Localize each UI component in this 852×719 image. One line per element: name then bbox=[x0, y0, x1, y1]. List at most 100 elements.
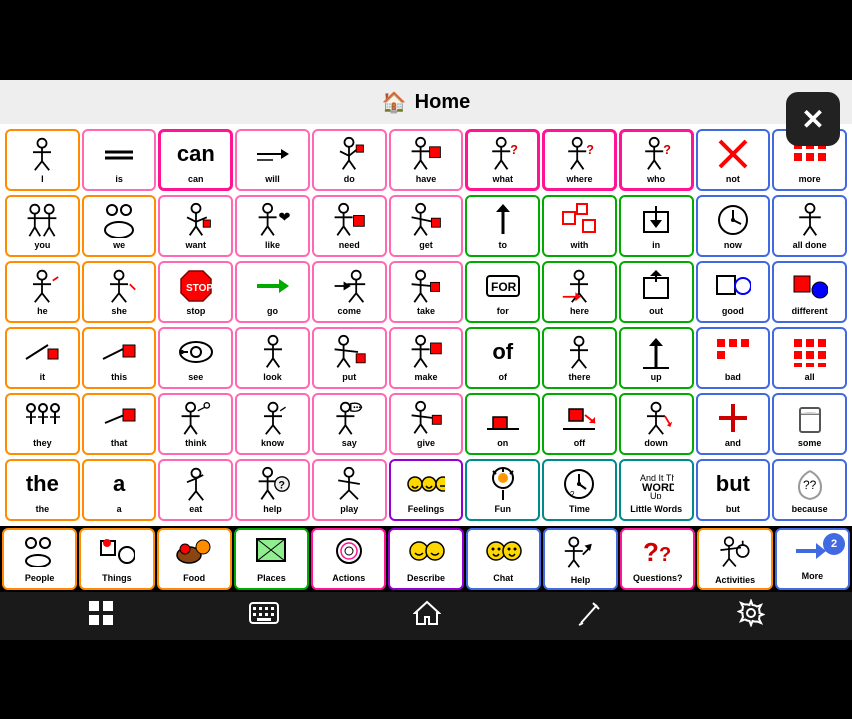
but-label: but bbox=[726, 505, 740, 515]
cell-down[interactable]: down bbox=[619, 393, 694, 455]
nav-describe[interactable]: Describe bbox=[388, 528, 463, 590]
cell-can[interactable]: can can bbox=[158, 129, 233, 191]
cell-he[interactable]: he bbox=[5, 261, 80, 323]
nav-chat[interactable]: Chat bbox=[466, 528, 541, 590]
come-label: come bbox=[338, 307, 362, 317]
cell-who[interactable]: ? who bbox=[619, 129, 694, 191]
cell-go[interactable]: go bbox=[235, 261, 310, 323]
nav-places[interactable]: Places bbox=[234, 528, 309, 590]
cell-not[interactable]: not bbox=[696, 129, 771, 191]
nav-activities[interactable]: Activities bbox=[697, 528, 772, 590]
nav-food[interactable]: Food bbox=[157, 528, 232, 590]
cell-need[interactable]: need bbox=[312, 195, 387, 257]
cell-she[interactable]: she bbox=[82, 261, 157, 323]
cell-i[interactable]: I bbox=[5, 129, 80, 191]
cell-some[interactable]: some bbox=[772, 393, 847, 455]
cell-get[interactable]: get bbox=[389, 195, 464, 257]
cell-is[interactable]: is bbox=[82, 129, 157, 191]
cell-up[interactable]: up bbox=[619, 327, 694, 389]
nav-things[interactable]: Things bbox=[79, 528, 154, 590]
eat-label: eat bbox=[189, 505, 202, 515]
cell-eat[interactable]: eat bbox=[158, 459, 233, 521]
down-icon bbox=[637, 399, 675, 437]
close-icon: ✕ bbox=[801, 103, 824, 136]
settings-button[interactable] bbox=[729, 591, 773, 641]
cell-do[interactable]: do bbox=[312, 129, 387, 191]
activities-label: Activities bbox=[715, 575, 755, 585]
svg-text:?: ? bbox=[643, 537, 659, 567]
cell-stop[interactable]: STOP stop bbox=[158, 261, 233, 323]
cell-they[interactable]: they bbox=[5, 393, 80, 455]
close-button[interactable]: ✕ bbox=[786, 92, 840, 146]
cell-but[interactable]: but but bbox=[696, 459, 771, 521]
nav-people[interactable]: People bbox=[2, 528, 77, 590]
cell-all[interactable]: all bbox=[772, 327, 847, 389]
cell-a[interactable]: a a bbox=[82, 459, 157, 521]
cell-to[interactable]: to bbox=[465, 195, 540, 257]
cell-this[interactable]: this bbox=[82, 327, 157, 389]
cell-out[interactable]: out bbox=[619, 261, 694, 323]
cell-make[interactable]: make bbox=[389, 327, 464, 389]
cell-feelings[interactable]: Feelings bbox=[389, 459, 464, 521]
keyboard-button[interactable] bbox=[241, 594, 287, 638]
cell-time[interactable]: ? Time bbox=[542, 459, 617, 521]
cell-give[interactable]: give bbox=[389, 393, 464, 455]
cell-different[interactable]: different bbox=[772, 261, 847, 323]
cell-put[interactable]: put bbox=[312, 327, 387, 389]
things-label: Things bbox=[102, 573, 132, 583]
cell-because[interactable]: ?? because bbox=[772, 459, 847, 521]
cell-see[interactable]: see bbox=[158, 327, 233, 389]
all-done-icon bbox=[791, 201, 829, 239]
cell-for[interactable]: FOR for bbox=[465, 261, 540, 323]
in-icon bbox=[637, 201, 675, 239]
grid-button[interactable] bbox=[79, 591, 123, 641]
nav-help[interactable]: Help bbox=[543, 528, 618, 590]
cell-you[interactable]: you bbox=[5, 195, 80, 257]
cell-good[interactable]: good bbox=[696, 261, 771, 323]
cell-that[interactable]: that bbox=[82, 393, 157, 455]
off-icon bbox=[560, 399, 598, 437]
cell-all-done[interactable]: all done bbox=[772, 195, 847, 257]
cell-off[interactable]: off bbox=[542, 393, 617, 455]
cell-we[interactable]: we bbox=[82, 195, 157, 257]
cell-of[interactable]: of of bbox=[465, 327, 540, 389]
pen-button[interactable] bbox=[567, 591, 611, 641]
cell-will[interactable]: will bbox=[235, 129, 310, 191]
cell-in[interactable]: in bbox=[619, 195, 694, 257]
cell-the[interactable]: the the bbox=[5, 459, 80, 521]
nav-actions[interactable]: Actions bbox=[311, 528, 386, 590]
it-label: it bbox=[40, 373, 46, 383]
cell-take[interactable]: take bbox=[389, 261, 464, 323]
he-label: he bbox=[37, 307, 48, 317]
cell-fun[interactable]: Fun bbox=[465, 459, 540, 521]
cell-little-words[interactable]: And It The WORDS Up Little Words bbox=[619, 459, 694, 521]
home-toolbar-button[interactable] bbox=[405, 591, 449, 641]
all-done-label: all done bbox=[793, 241, 827, 251]
cell-now[interactable]: now bbox=[696, 195, 771, 257]
cell-there[interactable]: there bbox=[542, 327, 617, 389]
up-label: up bbox=[651, 373, 662, 383]
cell-look[interactable]: look bbox=[235, 327, 310, 389]
cell-with[interactable]: with bbox=[542, 195, 617, 257]
cell-have[interactable]: have bbox=[389, 129, 464, 191]
cell-like[interactable]: ❤ like bbox=[235, 195, 310, 257]
cell-here[interactable]: here bbox=[542, 261, 617, 323]
cell-play[interactable]: play bbox=[312, 459, 387, 521]
we-label: we bbox=[113, 241, 125, 251]
cell-want[interactable]: want bbox=[158, 195, 233, 257]
cell-on[interactable]: on bbox=[465, 393, 540, 455]
cell-come[interactable]: come bbox=[312, 261, 387, 323]
cell-where[interactable]: ? where bbox=[542, 129, 617, 191]
cell-say[interactable]: say bbox=[312, 393, 387, 455]
cell-what[interactable]: ? what bbox=[465, 129, 540, 191]
cell-bad[interactable]: bad bbox=[696, 327, 771, 389]
cell-think[interactable]: think bbox=[158, 393, 233, 455]
cell-help[interactable]: ? help bbox=[235, 459, 310, 521]
nav-questions[interactable]: ? ? Questions? bbox=[620, 528, 695, 590]
svg-text:?: ? bbox=[278, 480, 285, 492]
cell-know[interactable]: know bbox=[235, 393, 310, 455]
cell-it[interactable]: it bbox=[5, 327, 80, 389]
nav-more[interactable]: 2 More bbox=[775, 528, 850, 590]
cell-and[interactable]: and bbox=[696, 393, 771, 455]
of-label: of bbox=[498, 373, 507, 383]
